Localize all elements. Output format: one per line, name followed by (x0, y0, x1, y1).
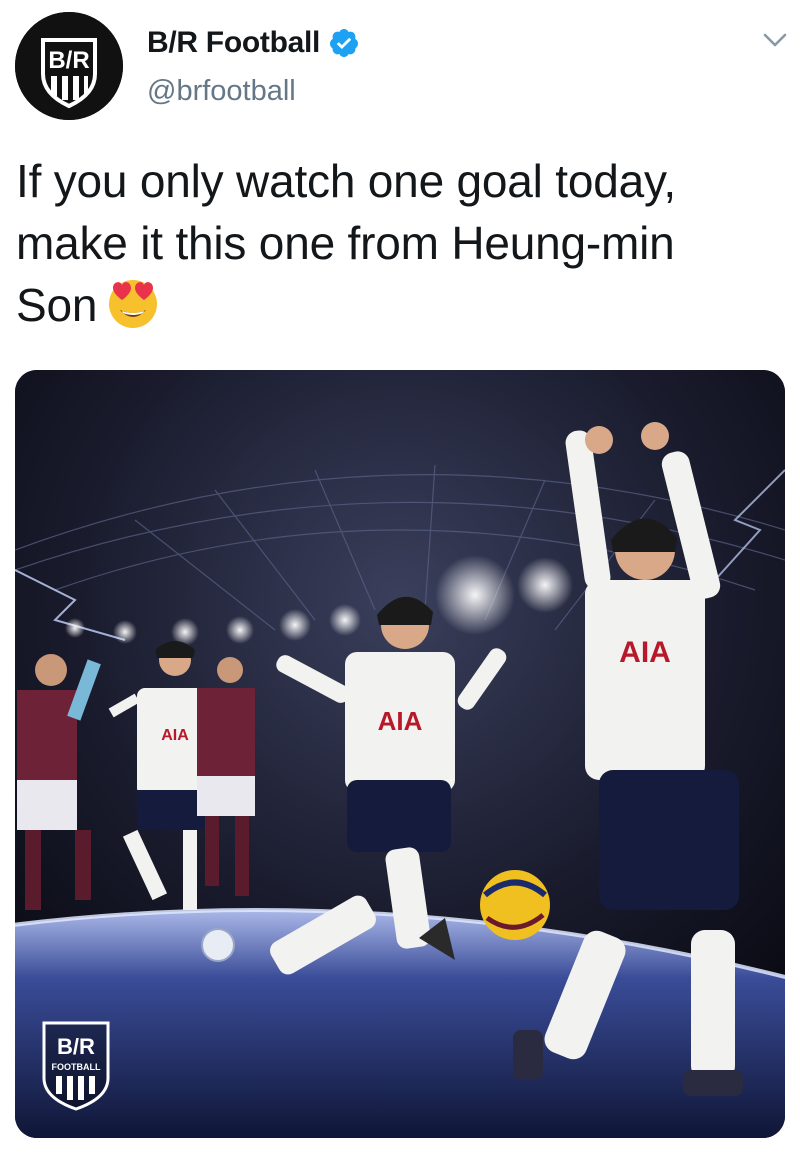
svg-text:AIA: AIA (619, 636, 671, 669)
svg-text:B/R: B/R (48, 47, 89, 74)
author-name-row[interactable]: B/R Football (147, 26, 360, 60)
br-football-logo-icon: B/R (15, 12, 123, 120)
br-football-watermark-icon: B/R FOOTBALL (42, 1021, 110, 1111)
verified-badge-icon (330, 29, 359, 57)
svg-text:AIA: AIA (161, 727, 189, 744)
svg-text:B/R: B/R (57, 1034, 95, 1059)
heart-eyes-emoji-icon (109, 280, 158, 328)
author-avatar[interactable]: B/R (15, 12, 123, 120)
tweet-text-line: make it this one from Heung-min (16, 217, 675, 269)
goal-photo-illustration: AIA AIA AIA (15, 370, 785, 1138)
tweet-text-line: If you only watch one goal today, (16, 155, 676, 207)
author-display-name[interactable]: B/R Football (147, 26, 320, 60)
svg-text:AIA: AIA (378, 706, 423, 736)
svg-text:FOOTBALL: FOOTBALL (52, 1062, 101, 1072)
tweet-text: If you only watch one goal today, make i… (16, 150, 786, 336)
tweet-text-line: Son (16, 274, 786, 336)
tweet-media-image[interactable]: AIA AIA AIA B/R FOOTBALL (15, 370, 785, 1138)
author-handle[interactable]: @brfootball (147, 75, 296, 108)
chevron-down-icon[interactable] (762, 30, 788, 50)
tweet-text-line-3: Son (16, 279, 98, 331)
